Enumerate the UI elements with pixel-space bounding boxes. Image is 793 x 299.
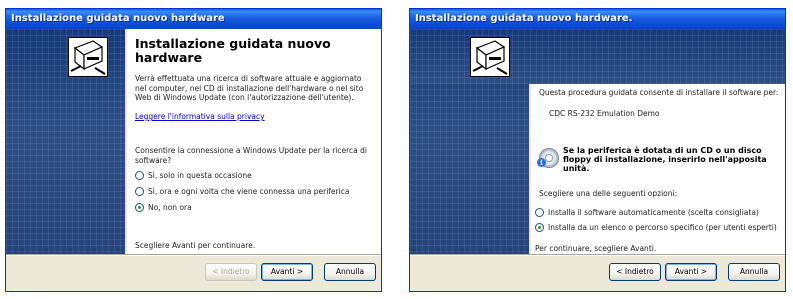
radio-circle[interactable] (135, 186, 144, 196)
cd-info-icon (537, 148, 559, 168)
radio-label: Installa il software automaticamente (sc… (548, 208, 759, 217)
window-title: Installazione guidata nuovo hardware. (410, 9, 785, 29)
wizard-content: Installazione guidata nuovo hardware Ver… (127, 29, 381, 254)
intro-text: Questa procedura guidata consente di ins… (539, 88, 779, 97)
hardware-icon (68, 37, 108, 77)
radio-label: No, non ora (148, 203, 192, 212)
next-button[interactable]: Avanti > (261, 263, 313, 281)
cd-notice: Se la periferica è dotata di un CD o un … (537, 146, 779, 176)
window-title: Installazione guidata nuovo hardware (6, 9, 381, 29)
button-separator (6, 254, 381, 256)
hardware-icon (470, 37, 510, 77)
options-prompt: Scegliere una delle seguenti opzioni: (539, 189, 678, 198)
back-button[interactable]: < Indietro (205, 263, 257, 281)
next-button[interactable]: Avanti > (665, 263, 717, 281)
radio-option-automatic[interactable]: Installa il software automaticamente (sc… (535, 207, 759, 218)
cancel-button[interactable]: Annulla (728, 263, 780, 281)
radio-circle[interactable] (535, 207, 544, 217)
radio-circle[interactable] (135, 170, 144, 180)
wizard-window-2: Installazione guidata nuovo hardware. Qu… (409, 8, 786, 292)
cd-notice-text: Se la periferica è dotata di un CD o un … (563, 146, 767, 173)
wizard-heading: Installazione guidata nuovo hardware (135, 36, 331, 65)
radio-circle-selected[interactable] (535, 222, 544, 232)
button-separator (410, 254, 785, 256)
privacy-link[interactable]: Leggere l'informativa sulla privacy (135, 112, 265, 121)
wizard-content: Questa procedura guidata consente di ins… (531, 84, 785, 254)
radio-option-specific-location[interactable]: Installa da un elenco o percorso specifi… (535, 222, 777, 233)
radio-option-always[interactable]: Sì, ora e ogni volta che viene connessa … (135, 186, 350, 197)
intro-text: Verrà effettuata una ricerca di software… (135, 74, 364, 102)
radio-option-once[interactable]: Sì, solo in questa occasione (135, 170, 252, 181)
cancel-button[interactable]: Annulla (324, 263, 376, 281)
wizard-header-band (410, 29, 785, 84)
radio-label: Installa da un elenco o percorso specifi… (548, 223, 777, 232)
back-button[interactable]: < Indietro (609, 263, 661, 281)
radio-label: Sì, ora e ogni volta che viene connessa … (148, 187, 350, 196)
radio-circle-selected[interactable] (135, 202, 144, 212)
radio-label: Sì, solo in questa occasione (148, 171, 252, 180)
footer-instruction: Per continuare, scegliere Avanti. (535, 244, 657, 253)
radio-option-not-now[interactable]: No, non ora (135, 202, 192, 213)
question-text: Consentire la connessione a Windows Upda… (135, 146, 367, 165)
device-name: CDC RS-232 Emulation Demo (549, 109, 660, 118)
wizard-window-1: Installazione guidata nuovo hardware Ins… (5, 8, 382, 292)
footer-instruction: Scegliere Avanti per continuare. (135, 241, 256, 250)
